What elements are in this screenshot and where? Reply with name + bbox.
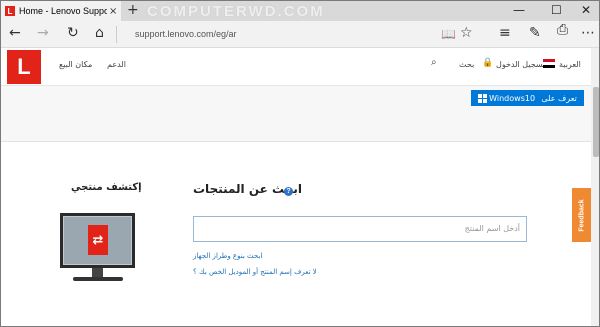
promo-band: Windows10 تعرف على [1,86,591,142]
windows-logo-icon [478,93,488,103]
language-selector[interactable]: العربية [559,60,581,69]
search-icon[interactable]: ⌕ [431,57,437,68]
feedback-label: Feedback [578,198,586,232]
lenovo-favicon: L [5,6,15,16]
monitor-stand [92,268,103,277]
watermark-logo: COMPUTERWD.COM [147,3,325,20]
login-link[interactable]: تسجيل الدخول [496,60,545,69]
feedback-button[interactable]: Feedback [572,188,592,242]
minimize-icon[interactable]: — [513,3,525,17]
detect-product-heading: إكتشف منتجي [71,182,142,193]
close-window-icon[interactable]: ✕ [581,3,591,17]
monitor-base [73,277,123,281]
favorite-star-icon[interactable]: ☆ [460,25,473,41]
forward-icon[interactable]: → [37,25,49,41]
tab-bar: L Home - Lenovo Suppor × + COMPUTERWD.CO… [1,1,599,21]
reading-view-icon[interactable]: 📖 [441,27,456,41]
browser-tab[interactable]: L Home - Lenovo Suppor × [1,1,121,21]
monitor-screen: ⇄ [64,217,131,264]
lenovo-logo[interactable]: L [7,50,41,84]
monitor-icon[interactable]: ⇄ [60,213,135,268]
nav-store-locator[interactable]: مكان البيع [59,60,92,69]
close-tab-icon[interactable]: × [109,6,117,17]
address-toolbar: ← → ↻ ⌂ support.lenovo.com/eg/ar 📖 ☆ ≡ ✎… [1,21,599,48]
more-icon[interactable]: ⋯ [581,25,595,41]
browse-by-type-link[interactable]: ابحث بنوع وطراز الجهاز [193,252,262,260]
header-search-link[interactable]: بحث [459,60,474,69]
maximize-icon[interactable]: ☐ [551,3,562,17]
share-icon[interactable]: ⎙ [557,22,568,38]
scrollbar-thumb[interactable] [593,87,599,157]
help-icon[interactable]: ? [284,187,293,196]
egypt-flag-icon [543,59,555,68]
windows10-banner[interactable]: Windows10 تعرف على [471,90,584,106]
new-tab-button[interactable]: + [127,2,139,18]
lock-icon: 🔒 [482,58,494,68]
windows10-label: Windows10 [489,93,536,103]
refresh-icon[interactable]: ↻ [67,25,79,41]
pen-icon[interactable]: ✎ [529,25,541,41]
swap-arrows-icon: ⇄ [88,225,108,255]
back-icon[interactable]: ← [9,25,21,41]
product-search-input[interactable]: أدخل اسم المنتج [193,216,527,242]
address-bar[interactable]: support.lenovo.com/eg/ar [116,26,436,43]
learn-about-label: تعرف على [541,93,577,103]
nav-support[interactable]: الدعم [107,60,126,69]
browser-window: L Home - Lenovo Suppor × + COMPUTERWD.CO… [0,0,600,327]
site-header: L مكان البيع الدعم ⌕ بحث 🔒 تسجيل الدخول … [1,48,591,86]
home-icon[interactable]: ⌂ [95,25,104,41]
hub-icon[interactable]: ≡ [499,25,511,41]
unknown-product-link[interactable]: لا تعرف إسم المنتج أو الموديل الخص بك ؟ [193,268,317,276]
tab-title: Home - Lenovo Suppor [19,6,107,16]
